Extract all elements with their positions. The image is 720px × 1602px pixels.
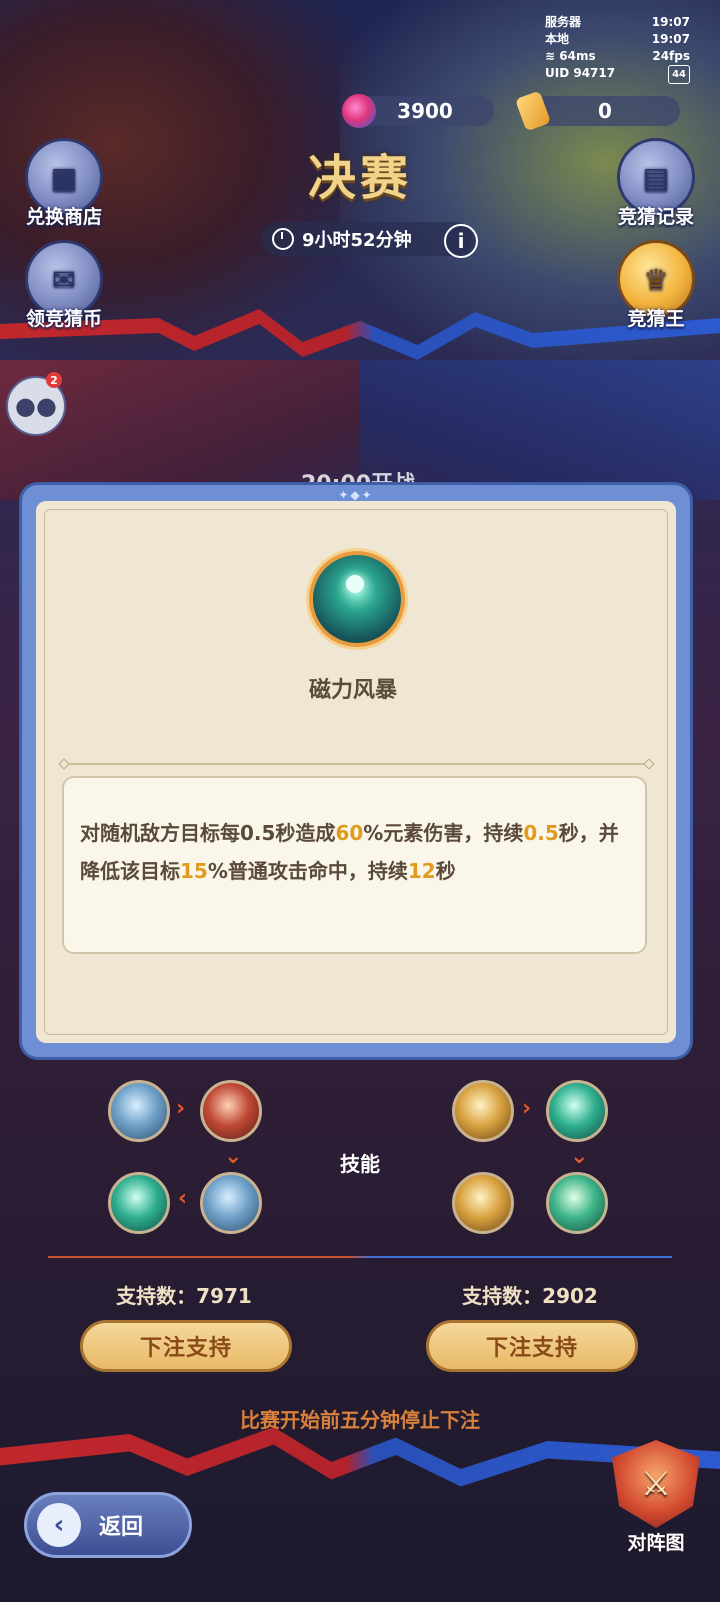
skill-icon-core: [346, 575, 364, 593]
left-bet-button[interactable]: 下注支持: [80, 1320, 292, 1372]
server-label: 服务器: [545, 15, 582, 29]
skills-label: 技能: [340, 1152, 380, 1176]
get-coins-label: 领竞猜币: [25, 308, 102, 330]
left-skill-1-icon[interactable]: [108, 1080, 170, 1142]
get-coins-button[interactable]: ✉ 领竞猜币: [14, 240, 114, 331]
clock-icon: [272, 228, 294, 250]
chat-bubble-icon: ●●: [15, 392, 57, 420]
exchange-shop-label: 兑换商店: [25, 206, 102, 228]
server-time: 19:07: [651, 15, 690, 29]
guess-king-label: 竞猜王: [627, 308, 685, 330]
right-bet-button[interactable]: 下注支持: [426, 1320, 638, 1372]
status-overlay: 服务器 19:07 本地 19:07 ≋ 64ms 24fps UID 94717 44: [545, 14, 690, 84]
battery-icon: 44: [668, 65, 690, 84]
chat-badge: 2: [46, 372, 62, 388]
crossed-swords-icon: ⚔: [612, 1440, 700, 1528]
skill-name: 磁力风暴: [308, 678, 397, 703]
right-skill-3-icon[interactable]: [546, 1172, 608, 1234]
magnetic-storm-skill-icon: [309, 551, 405, 647]
page-title: 决赛: [307, 150, 412, 206]
right-skill-2-icon[interactable]: [546, 1080, 608, 1142]
back-arrow-icon: ‹: [37, 1503, 81, 1547]
countdown-pill: 9小时52分钟: [262, 222, 472, 256]
ticket-pill: 0: [530, 96, 680, 126]
exchange-shop-button[interactable]: ▦ 兑换商店: [14, 138, 114, 229]
popup-divider: [64, 763, 649, 765]
bet-records-label: 竞猜记录: [617, 206, 694, 228]
desc-text-2: %元素伤害，持续: [363, 821, 524, 845]
arrow-down-icon: ⌄: [570, 1144, 589, 1169]
desc-text-1: 对随机敌方目标每0.5秒造成: [80, 821, 336, 845]
bet-records-button[interactable]: ▤ 竞猜记录: [606, 138, 706, 229]
back-button[interactable]: ‹ 返回: [24, 1492, 192, 1558]
right-skill-1-icon[interactable]: [452, 1080, 514, 1142]
arrow-right-icon: ›: [176, 1096, 186, 1121]
desc-highlight-duration: 0.5: [523, 821, 559, 845]
bracket-label: 对阵图: [627, 1532, 685, 1554]
currency-bar: 3900 0: [342, 90, 687, 132]
left-skill-2-icon[interactable]: [200, 1080, 262, 1142]
desc-text-5: 秒: [435, 859, 456, 883]
uid-value: UID 94717: [545, 66, 616, 80]
gem-icon: [342, 94, 376, 128]
ticket-count: 0: [598, 99, 612, 123]
desc-highlight-time: 12: [407, 859, 436, 883]
right-support-count: 支持数：2902: [462, 1284, 598, 1308]
local-label: 本地: [545, 32, 570, 46]
team-divider-line: [48, 1256, 672, 1258]
arrow-left-icon: ‹: [178, 1186, 188, 1211]
skill-description: 对随机敌方目标每0.5秒造成60%元素伤害，持续0.5秒，并降低该目标15%普通…: [62, 776, 647, 954]
ping-value: 64ms: [559, 49, 596, 63]
left-skill-4-icon[interactable]: [108, 1172, 170, 1234]
arrow-down-icon: ⌄: [224, 1144, 243, 1169]
back-label: 返回: [99, 1515, 144, 1540]
desc-text-4: %普通攻击命中，持续: [207, 859, 408, 883]
arrow-right-icon: ›: [522, 1096, 532, 1121]
wifi-icon: ≋: [545, 49, 556, 63]
desc-highlight-accuracy: 15: [180, 859, 208, 883]
gem-pill: 3900: [356, 96, 494, 126]
gem-count: 3900: [397, 99, 453, 123]
betting-notice: 比赛开始前五分钟停止下注: [240, 1408, 480, 1432]
guess-king-button[interactable]: ♛ 竞猜王: [606, 240, 706, 331]
info-button[interactable]: i: [444, 224, 478, 258]
left-support-count: 支持数：7971: [116, 1284, 252, 1308]
right-skill-4-icon[interactable]: [452, 1172, 514, 1234]
local-time: 19:07: [651, 32, 690, 46]
fps-value: 24fps: [652, 49, 690, 63]
countdown-text: 9小时52分钟: [302, 230, 412, 251]
desc-highlight-damage: 60: [335, 821, 364, 845]
popup-top-ornament: ✦◆✦: [338, 488, 374, 502]
left-skill-3-icon[interactable]: [200, 1172, 262, 1234]
bracket-button[interactable]: ⚔ 对阵图: [604, 1440, 708, 1555]
